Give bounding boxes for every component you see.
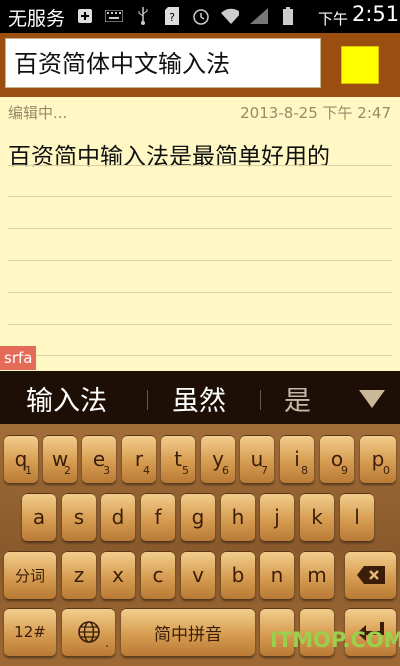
ruled-line xyxy=(8,324,392,325)
ruled-line xyxy=(8,260,392,261)
key-sub-label: 0 xyxy=(383,464,390,477)
key-k[interactable]: k xyxy=(300,493,334,541)
watermark-text: ITMOP.COM xyxy=(270,628,400,652)
key-x[interactable]: x xyxy=(101,551,135,599)
key-q[interactable]: q1 xyxy=(4,435,38,483)
key-sub-label: 2 xyxy=(64,464,71,477)
status-icons: ? xyxy=(76,7,297,25)
key-s[interactable]: s xyxy=(62,493,96,541)
key-d[interactable]: d xyxy=(101,493,135,541)
sim-unknown-icon: ? xyxy=(163,7,181,25)
status-bar: 无服务 ? 下午 2:51 xyxy=(0,0,400,33)
note-title-bar: 百资简体中文输入法 xyxy=(0,33,400,97)
backspace-icon xyxy=(356,566,385,584)
note-title-input[interactable]: 百资简体中文输入法 xyxy=(5,38,321,88)
candidate-divider xyxy=(147,390,148,410)
triangle-down-icon xyxy=(359,389,385,408)
candidate-2[interactable]: 虽然 xyxy=(172,379,226,418)
key-sub-label: 5 xyxy=(182,464,189,477)
note-editor[interactable]: 编辑中... 2013-8-25 下午 2:47 百资简中输入法是最简单好用的 xyxy=(0,97,400,371)
key-j[interactable]: j xyxy=(260,493,294,541)
usb-icon xyxy=(134,7,152,25)
svg-text:?: ? xyxy=(169,11,175,24)
key-sub-label: 1 xyxy=(25,464,32,477)
key-t[interactable]: t5 xyxy=(161,435,195,483)
key-label: r xyxy=(134,447,144,471)
time-period: 下午 xyxy=(318,10,349,28)
key-sub-label: 9 xyxy=(341,464,348,477)
key-v[interactable]: v xyxy=(181,551,215,599)
ruled-line xyxy=(8,292,392,293)
key-w[interactable]: w2 xyxy=(43,435,77,483)
globe-key[interactable]: . xyxy=(62,608,115,656)
globe-icon xyxy=(77,621,100,643)
backspace-key[interactable] xyxy=(345,551,396,599)
space-key[interactable]: 简中拼音 xyxy=(121,608,255,656)
key-f[interactable]: f xyxy=(141,493,175,541)
candidate-divider xyxy=(260,390,261,410)
mode-switch-key[interactable]: 12# xyxy=(4,608,56,656)
ruled-line xyxy=(8,228,392,229)
key-sub-label: 6 xyxy=(222,464,229,477)
ruled-line xyxy=(8,165,392,166)
key-sub-label: 8 xyxy=(301,464,308,477)
candidate-bar: 输入法 虽然 是 xyxy=(0,371,400,424)
composing-text: srfa xyxy=(0,346,37,370)
key-sub-label: 3 xyxy=(103,464,110,477)
expand-candidates-button[interactable] xyxy=(344,371,400,424)
key-u[interactable]: u7 xyxy=(240,435,274,483)
key-z[interactable]: z xyxy=(62,551,96,599)
battery-icon xyxy=(279,7,297,25)
note-timestamp: 2013-8-25 下午 2:47 xyxy=(240,104,391,122)
signal-icon xyxy=(250,7,268,25)
key-p[interactable]: p0 xyxy=(360,435,396,483)
plus-box-icon xyxy=(76,7,94,25)
edit-status: 编辑中... xyxy=(8,104,68,122)
ruled-line xyxy=(8,196,392,197)
candidate-1[interactable]: 输入法 xyxy=(26,379,107,418)
key-o[interactable]: o9 xyxy=(320,435,354,483)
key-b[interactable]: b xyxy=(221,551,255,599)
segment-key[interactable]: 分词 xyxy=(4,551,56,599)
alarm-icon xyxy=(192,7,210,25)
carrier-label: 无服务 xyxy=(8,8,66,30)
clock: 2:51 xyxy=(352,2,400,26)
key-e[interactable]: e3 xyxy=(82,435,116,483)
key-h[interactable]: h xyxy=(221,493,255,541)
dot-sub-label: . xyxy=(105,636,109,650)
key-c[interactable]: c xyxy=(141,551,175,599)
key-sub-label: 4 xyxy=(143,464,150,477)
wifi-icon xyxy=(221,7,239,25)
note-color-button[interactable] xyxy=(341,46,379,84)
key-y[interactable]: y6 xyxy=(201,435,235,483)
key-l[interactable]: l xyxy=(340,493,374,541)
key-a[interactable]: a xyxy=(22,493,56,541)
key-n[interactable]: n xyxy=(260,551,294,599)
key-g[interactable]: g xyxy=(181,493,215,541)
key-i[interactable]: i8 xyxy=(280,435,314,483)
key-m[interactable]: m xyxy=(300,551,334,599)
key-sub-label: 7 xyxy=(261,464,268,477)
keyboard-icon xyxy=(105,7,123,25)
ruled-line xyxy=(8,355,392,356)
key-label: t xyxy=(174,447,182,471)
candidate-3[interactable]: 是 xyxy=(284,379,311,418)
key-r[interactable]: r4 xyxy=(122,435,156,483)
key-label: i xyxy=(294,447,300,471)
